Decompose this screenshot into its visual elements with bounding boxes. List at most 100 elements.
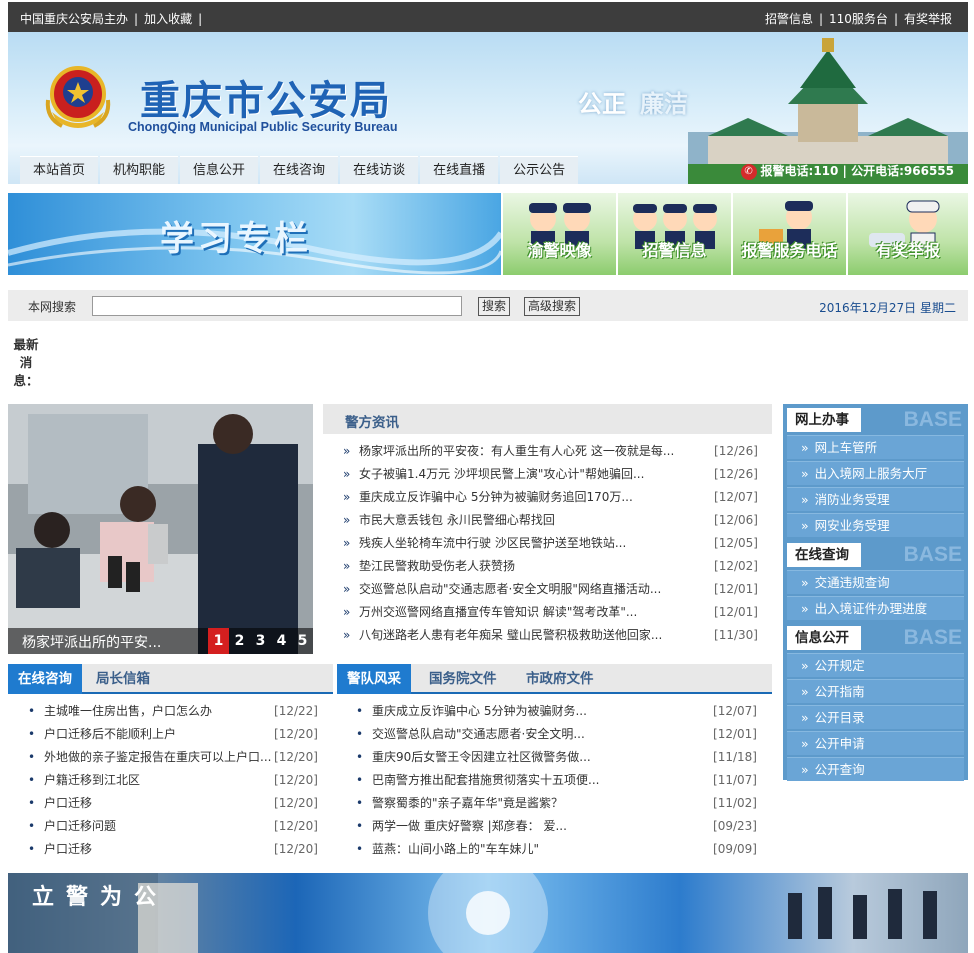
list-item-title[interactable]: 残疾人坐轮椅车流中行驶 沙区民警护送至地铁站...: [359, 532, 689, 555]
sidebar-item[interactable]: » 网上车管所: [787, 435, 964, 459]
list-item[interactable]: • 户口迁移 [12/20]: [28, 838, 318, 861]
list-item-title[interactable]: 市民大意丢钱包 永川民警细心帮找回: [359, 509, 689, 532]
nav-live[interactable]: 在线直播: [420, 156, 499, 184]
list-item-title[interactable]: 杨家坪派出所的平安夜：有人重生有人心死 这一夜就是每...: [359, 440, 689, 463]
list-item-title[interactable]: 两学一做 重庆好警察 |郑彦春： 爱...: [372, 815, 702, 838]
nav-consult[interactable]: 在线咨询: [260, 156, 339, 184]
tab-state-council-docs[interactable]: 国务院文件: [429, 664, 497, 694]
list-item[interactable]: • 户口迁移 [12/20]: [28, 792, 318, 815]
list-item-title[interactable]: 万州交巡警网络直播宣传车管知识 解读"驾考改革"...: [359, 601, 689, 624]
sidebar: 网上办事 BASE » 网上车管所 » 出入境网上服务大厅 » 消防业务受理 » 网安业务受理 在线…: [783, 404, 968, 781]
list-item[interactable]: » 垫江民警救助受伤老人获赞扬 [12/02]: [343, 555, 758, 578]
slide-page-3[interactable]: 3: [250, 628, 271, 654]
list-item-title[interactable]: 主城唯一住房出售，户口怎么办: [44, 700, 272, 723]
list-item-title[interactable]: 蓝燕：山间小路上的"车车妹儿": [372, 838, 702, 861]
quick-link-police-image[interactable]: 渝警映像: [503, 193, 616, 275]
list-item-title[interactable]: 户口迁移后不能顺利上户: [44, 723, 272, 746]
list-item[interactable]: » 残疾人坐轮椅车流中行驶 沙区民警护送至地铁站... [12/05]: [343, 532, 758, 555]
sidebar-item[interactable]: » 公开申请: [787, 731, 964, 755]
sidebar-item[interactable]: » 出入境证件办理进度: [787, 596, 964, 620]
list-item-title[interactable]: 重庆成立反诈骗中心 5分钟为被骗财务追回170万...: [359, 486, 689, 509]
list-item[interactable]: • 外地做的亲子鉴定报告在重庆可以上户口... [12/20]: [28, 746, 318, 769]
list-item[interactable]: • 警察蜀黍的"亲子嘉年华"竟是酱紫？ [11/02]: [356, 792, 757, 815]
separator: |: [134, 12, 139, 26]
quick-link-reward-report[interactable]: 有奖举报: [848, 193, 968, 275]
bullet-icon: »: [343, 490, 351, 504]
slide-page-2[interactable]: 2: [229, 628, 250, 654]
list-item[interactable]: » 女子被骗1.4万元 沙坪坝民警上演"攻心计"帮她骗回... [12/26]: [343, 463, 758, 486]
nav-disclosure[interactable]: 信息公开: [180, 156, 259, 184]
search-button[interactable]: 搜索: [478, 297, 511, 316]
list-item-title[interactable]: 巴南警方推出配套措施贯彻落实十五项便...: [372, 769, 702, 792]
list-item[interactable]: • 巴南警方推出配套措施贯彻落实十五项便... [11/07]: [356, 769, 757, 792]
list-item[interactable]: » 市民大意丢钱包 永川民警细心帮找回 [12/06]: [343, 509, 758, 532]
sidebar-section-title: 信息公开: [787, 626, 861, 650]
slide-page-4[interactable]: 4: [271, 628, 292, 654]
list-item[interactable]: • 蓝燕：山间小路上的"车车妹儿" [09/09]: [356, 838, 757, 861]
list-item[interactable]: » 杨家坪派出所的平安夜：有人重生有人心死 这一夜就是每... [12/26]: [343, 440, 758, 463]
sidebar-item[interactable]: » 交通违规查询: [787, 570, 964, 594]
list-item-title[interactable]: 警察蜀黍的"亲子嘉年华"竟是酱紫？: [372, 792, 702, 815]
bullet-icon: »: [343, 513, 351, 527]
sidebar-item[interactable]: » 公开查询: [787, 757, 964, 781]
slide-page-1[interactable]: 1: [208, 628, 229, 654]
list-item-title[interactable]: 户口迁移问题: [44, 815, 272, 838]
list-item[interactable]: • 交巡警总队启动"交通志愿者·安全文明... [12/01]: [356, 723, 757, 746]
sidebar-item[interactable]: » 公开指南: [787, 679, 964, 703]
tab-online-consult[interactable]: 在线咨询: [8, 664, 82, 694]
tab-city-gov-docs[interactable]: 市政府文件: [526, 664, 594, 694]
report-link[interactable]: 有奖举报: [904, 12, 952, 26]
news-slideshow[interactable]: 杨家坪派出所的平安... 12345: [8, 404, 313, 654]
list-item-title[interactable]: 重庆成立反诈骗中心 5分钟为被骗财务...: [372, 700, 702, 723]
study-column-banner[interactable]: 学习专栏: [8, 193, 501, 275]
list-item[interactable]: • 户口迁移后不能顺利上户 [12/20]: [28, 723, 318, 746]
list-item-title[interactable]: 交巡警总队启动"交通志愿者·安全文明服"网络直播活动...: [359, 578, 689, 601]
list-item-title[interactable]: 重庆90后女警王令因建立社区微警务做...: [372, 746, 702, 769]
recruit-link[interactable]: 招警信息: [765, 12, 813, 26]
list-item-date: [11/30]: [714, 628, 758, 642]
quick-link-emergency-phone[interactable]: 报警服务电话: [733, 193, 846, 275]
separator: |: [893, 12, 898, 26]
list-item-title[interactable]: 户籍迁移到江北区: [44, 769, 272, 792]
police-news-title[interactable]: 警方资讯: [345, 411, 399, 431]
list-item-date: [12/20]: [274, 773, 318, 787]
list-item[interactable]: » 八旬迷路老人患有老年痴呆 璧山民警积极救助送他回家... [11/30]: [343, 624, 758, 647]
nav-interview[interactable]: 在线访谈: [340, 156, 419, 184]
advanced-search-button[interactable]: 高级搜索: [524, 297, 581, 316]
list-item-title[interactable]: 八旬迷路老人患有老年痴呆 璧山民警积极救助送他回家...: [359, 624, 689, 647]
list-item-title[interactable]: 交巡警总队启动"交通志愿者·安全文明...: [372, 723, 702, 746]
list-item-date: [12/26]: [714, 444, 758, 458]
list-item-date: [12/01]: [714, 582, 758, 596]
service110-link[interactable]: 110服务台: [829, 12, 888, 26]
sidebar-item[interactable]: » 网安业务受理: [787, 513, 964, 537]
tab-team-style[interactable]: 警队风采: [337, 664, 411, 694]
nav-notice[interactable]: 公示公告: [500, 156, 579, 184]
list-item-title[interactable]: 外地做的亲子鉴定报告在重庆可以上户口...: [44, 746, 272, 769]
list-item[interactable]: • 两学一做 重庆好警察 |郑彦春： 爱... [09/23]: [356, 815, 757, 838]
quick-link-recruit[interactable]: 招警信息: [618, 193, 731, 275]
search-input[interactable]: [92, 296, 462, 316]
list-item[interactable]: • 重庆90后女警王令因建立社区微警务做... [11/18]: [356, 746, 757, 769]
list-item-title[interactable]: 户口迁移: [44, 792, 272, 815]
list-item-title[interactable]: 户口迁移: [44, 838, 272, 861]
slide-page-5[interactable]: 5: [292, 628, 313, 654]
list-item[interactable]: • 户籍迁移到江北区 [12/20]: [28, 769, 318, 792]
chevron-right-icon: »: [801, 518, 809, 533]
sidebar-item[interactable]: » 消防业务受理: [787, 487, 964, 511]
list-item-title[interactable]: 垫江民警救助受伤老人获赞扬: [359, 555, 689, 578]
nav-functions[interactable]: 机构职能: [100, 156, 179, 184]
list-item-title[interactable]: 女子被骗1.4万元 沙坪坝民警上演"攻心计"帮她骗回...: [359, 463, 689, 486]
sidebar-item[interactable]: » 公开规定: [787, 653, 964, 677]
sidebar-item[interactable]: » 出入境网上服务大厅: [787, 461, 964, 485]
list-item[interactable]: » 万州交巡警网络直播宣传车管知识 解读"驾考改革"... [12/01]: [343, 601, 758, 624]
nav-home[interactable]: 本站首页: [20, 156, 99, 184]
list-item[interactable]: » 重庆成立反诈骗中心 5分钟为被骗财务追回170万... [12/07]: [343, 486, 758, 509]
list-item[interactable]: • 主城唯一住房出售，户口怎么办 [12/22]: [28, 700, 318, 723]
list-item[interactable]: • 户口迁移问题 [12/20]: [28, 815, 318, 838]
chevron-right-icon: »: [801, 575, 809, 590]
tab-director-mailbox[interactable]: 局长信箱: [96, 664, 150, 694]
sidebar-item[interactable]: » 公开目录: [787, 705, 964, 729]
bookmark-link[interactable]: 加入收藏: [144, 12, 192, 26]
list-item[interactable]: » 交巡警总队启动"交通志愿者·安全文明服"网络直播活动... [12/01]: [343, 578, 758, 601]
list-item[interactable]: • 重庆成立反诈骗中心 5分钟为被骗财务... [12/07]: [356, 700, 757, 723]
